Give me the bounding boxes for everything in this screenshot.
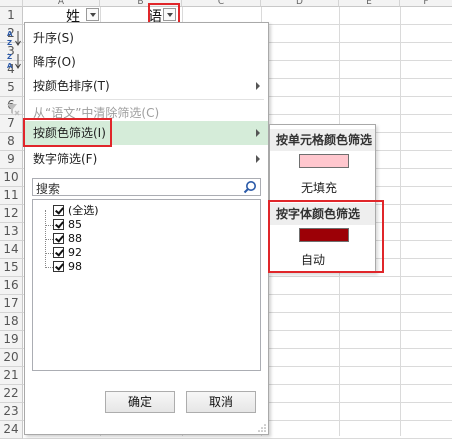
svg-text:A: A — [7, 30, 13, 38]
menu-item-label: 按颜色排序(T) — [33, 79, 110, 93]
row-header[interactable]: 19 — [0, 331, 23, 349]
search-input[interactable]: 搜索 — [32, 178, 261, 196]
column-letter: A — [57, 0, 65, 7]
row-header[interactable]: 17 — [0, 295, 23, 313]
checkbox[interactable] — [53, 233, 64, 244]
sort-descending-icon: Z A — [7, 52, 21, 70]
cell-color-heading: 按单元格颜色筛选 — [270, 129, 375, 151]
no-fill-option[interactable]: 无填充 — [301, 179, 337, 196]
row-header[interactable]: 18 — [0, 313, 23, 331]
row-header[interactable]: 14 — [0, 241, 23, 259]
row-header[interactable]: 11 — [0, 187, 23, 205]
row-header[interactable]: 20 — [0, 349, 23, 367]
gridline — [400, 7, 401, 436]
column-letter: F — [423, 0, 429, 7]
menu-item-label: 按颜色筛选(I) — [33, 126, 106, 140]
column-letter: B — [137, 0, 144, 7]
menu-item-sort-ascending[interactable]: 升序(S) — [25, 26, 268, 50]
resize-grip-icon[interactable] — [258, 424, 266, 432]
column-header-e[interactable]: E — [339, 0, 400, 7]
column-header-c[interactable]: C — [182, 0, 261, 7]
row-header[interactable]: 12 — [0, 205, 23, 223]
row-header[interactable]: 13 — [0, 223, 23, 241]
menu-separator — [29, 99, 264, 100]
menu-item-label: 升序(S) — [33, 31, 74, 45]
tree-connector — [45, 267, 53, 268]
menu-item-sort-by-color[interactable]: 按颜色排序(T) — [25, 74, 268, 98]
row-header[interactable]: 7 — [0, 115, 23, 133]
column-header-f[interactable]: F — [400, 0, 452, 7]
list-item-label: 92 — [68, 246, 82, 259]
checkbox[interactable] — [53, 261, 64, 272]
checkbox[interactable] — [53, 219, 64, 230]
tree-connector — [45, 210, 46, 266]
row-header[interactable]: 5 — [0, 79, 23, 97]
menu-item-label: 降序(O) — [33, 55, 76, 69]
menu-item-label: 数字筛选(F) — [33, 152, 98, 166]
row-header[interactable]: 23 — [0, 403, 23, 421]
svg-text:Z: Z — [7, 53, 12, 61]
list-item-label: 98 — [68, 260, 82, 273]
tree-connector — [45, 239, 53, 240]
checkbox[interactable] — [53, 247, 64, 258]
search-icon — [243, 181, 256, 194]
font-color-swatch-dark-red[interactable] — [299, 228, 349, 242]
menu-item-filter-by-color[interactable]: 按颜色筛选(I) — [25, 121, 268, 145]
column-letter: D — [296, 0, 303, 7]
column-letter: E — [366, 0, 372, 7]
column-header-b[interactable]: B — [100, 0, 182, 7]
select-all-corner[interactable] — [0, 0, 23, 7]
chevron-right-icon — [256, 82, 260, 90]
clear-filter-icon — [6, 102, 20, 116]
cancel-button[interactable]: 取消 — [186, 391, 256, 413]
ok-button[interactable]: 确定 — [105, 391, 175, 413]
row-header[interactable]: 1 — [0, 7, 23, 25]
cell-color-swatch-pink[interactable] — [299, 154, 349, 168]
column-letter: C — [217, 0, 225, 7]
auto-color-option[interactable]: 自动 — [301, 251, 325, 268]
chevron-right-icon — [256, 129, 260, 137]
menu-item-sort-descending[interactable]: 降序(O) — [25, 50, 268, 74]
list-item-label: 88 — [68, 232, 82, 245]
font-color-heading: 按字体颜色筛选 — [270, 203, 375, 225]
sort-ascending-icon: A Z — [7, 29, 21, 47]
value-checklist[interactable]: (全选) 85 88 92 98 — [32, 199, 261, 371]
column-header-d[interactable]: D — [261, 0, 339, 7]
row-header[interactable]: 24 — [0, 421, 23, 439]
row-header[interactable]: 21 — [0, 367, 23, 385]
row-header[interactable]: 8 — [0, 133, 23, 151]
row-header[interactable]: 9 — [0, 151, 23, 169]
chevron-right-icon — [256, 155, 260, 163]
svg-text:Z: Z — [7, 39, 12, 47]
checkbox[interactable] — [53, 205, 64, 216]
filter-dropdown-button-a1[interactable] — [86, 8, 99, 21]
filter-by-color-submenu: 按单元格颜色筛选 无填充 按字体颜色筛选 自动 — [269, 124, 376, 273]
row-header[interactable]: 22 — [0, 385, 23, 403]
tree-connector — [45, 225, 53, 226]
list-item-label: (全选) — [68, 204, 99, 217]
row-header[interactable]: 16 — [0, 277, 23, 295]
column-header-a[interactable]: A — [23, 0, 100, 7]
list-item-label: 85 — [68, 218, 82, 231]
svg-text:A: A — [7, 62, 13, 70]
autofilter-dropdown-menu: 升序(S) 降序(O) 按颜色排序(T) 从“语文”中清除筛选(C) 按颜色筛选… — [24, 22, 269, 435]
row-header[interactable]: 10 — [0, 169, 23, 187]
filter-dropdown-button-b1[interactable] — [163, 8, 176, 21]
tree-connector — [45, 253, 53, 254]
search-placeholder: 搜索 — [36, 182, 61, 196]
row-header[interactable]: 15 — [0, 259, 23, 277]
menu-item-number-filter[interactable]: 数字筛选(F) — [25, 147, 268, 171]
